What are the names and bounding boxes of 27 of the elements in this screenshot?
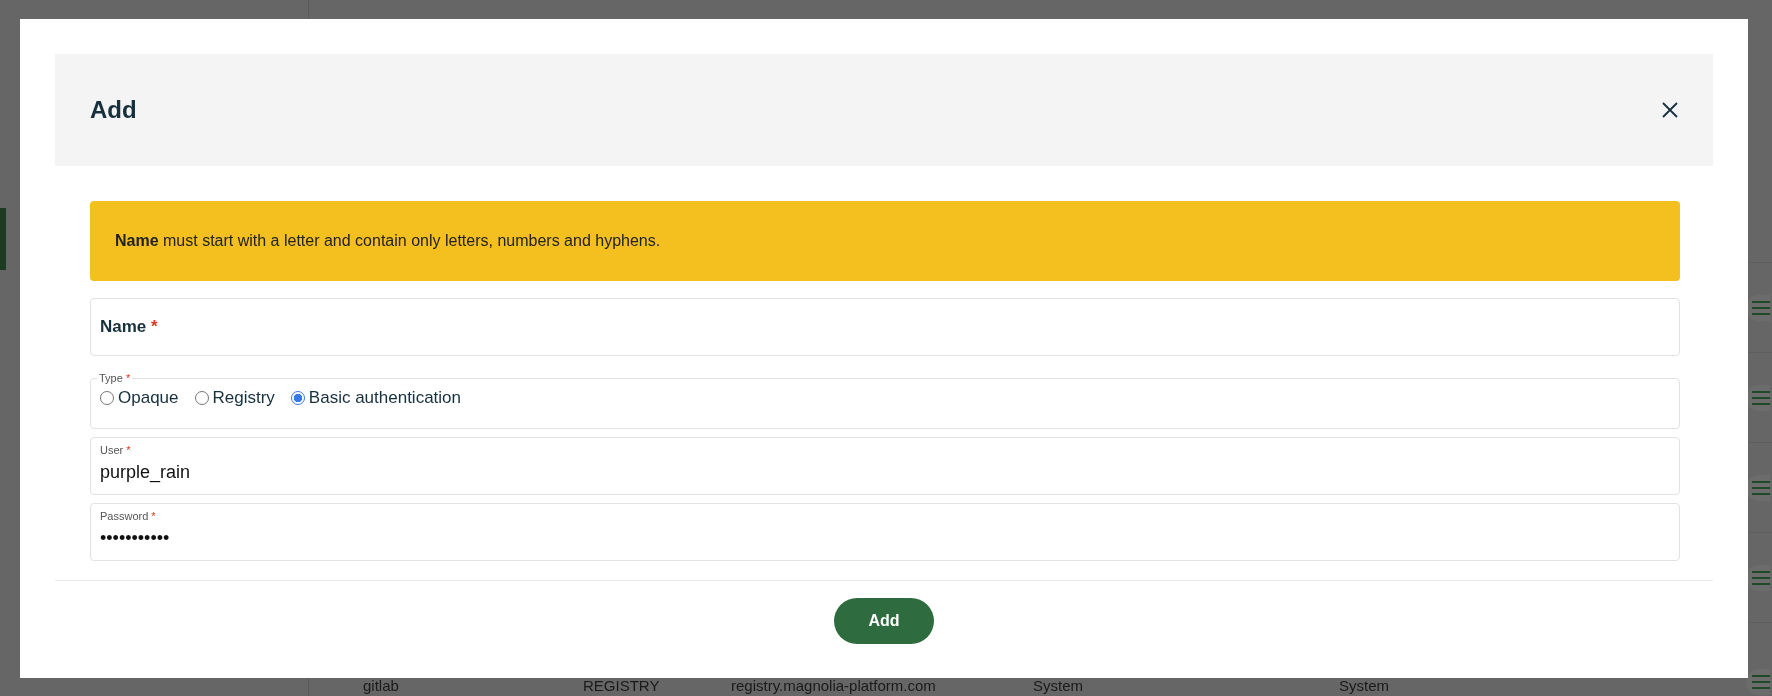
field-label: Type * bbox=[98, 372, 132, 384]
radio-option[interactable]: Registry bbox=[194, 388, 275, 408]
close-icon[interactable] bbox=[1660, 100, 1680, 120]
dialog-title: Add bbox=[90, 96, 137, 124]
text-input[interactable]: purple_rain bbox=[100, 462, 500, 483]
menu-icon[interactable] bbox=[1746, 384, 1770, 411]
input-field[interactable]: Name * bbox=[90, 298, 1680, 356]
input-field[interactable]: User * purple_rain bbox=[90, 437, 1680, 495]
radio-option[interactable]: Basic authentication bbox=[290, 388, 461, 408]
menu-icon[interactable] bbox=[1746, 294, 1770, 321]
text-input[interactable]: ••••••••••• bbox=[100, 528, 500, 549]
menu-icon[interactable] bbox=[1746, 474, 1770, 501]
field-label: User * bbox=[100, 444, 132, 456]
table-cell-text: gitlab bbox=[363, 678, 400, 694]
table-cell: System bbox=[1339, 678, 1389, 694]
sidebar-active-marker bbox=[0, 208, 6, 270]
table-cell-text: REGISTRY bbox=[583, 678, 661, 694]
input-field[interactable]: Password * ••••••••••• bbox=[90, 503, 1680, 561]
warning-message: Name must start with a letter and contain only letters, numbers and hyphens. bbox=[115, 232, 661, 250]
table-cell-text: registry.magnolia-platform.com bbox=[731, 678, 937, 694]
menu-icon[interactable] bbox=[1746, 564, 1770, 591]
add-button[interactable]: Add bbox=[834, 598, 934, 644]
menu-icon[interactable] bbox=[1746, 669, 1770, 695]
field-label: Name * bbox=[100, 317, 159, 337]
radio-option[interactable]: Opaque bbox=[100, 388, 179, 408]
table-cell-text: System bbox=[1033, 678, 1084, 694]
field-label: Password * bbox=[100, 510, 157, 522]
